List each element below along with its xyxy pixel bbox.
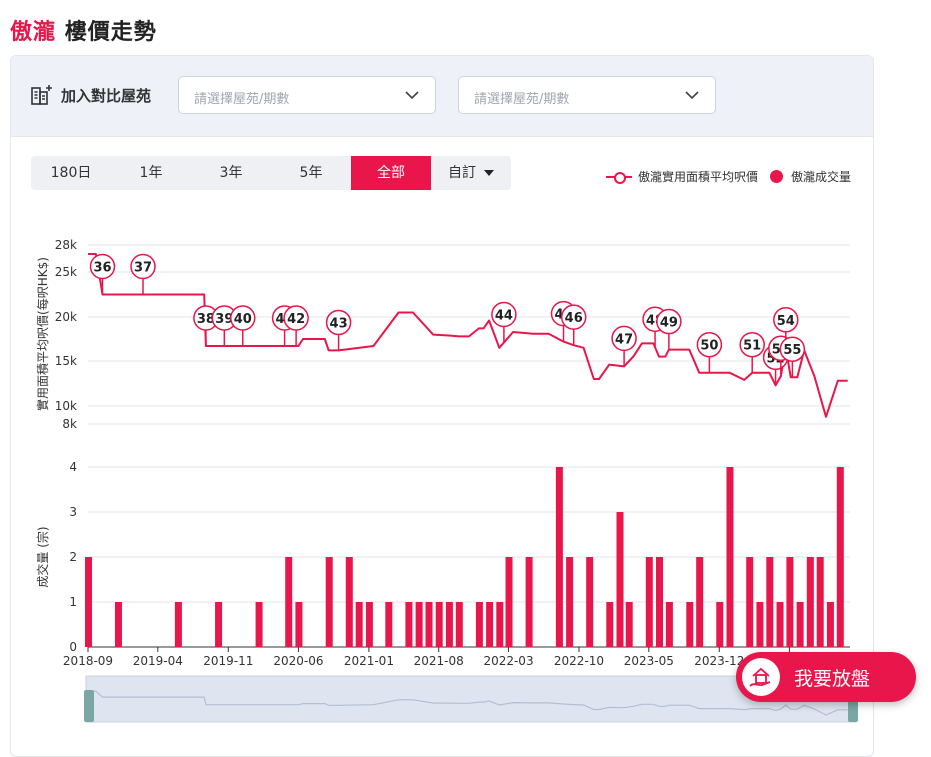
volume-bar	[445, 602, 453, 647]
volume-bar	[505, 557, 513, 647]
volume-bar	[365, 602, 373, 647]
volume-bar	[566, 557, 574, 647]
volume-bar	[836, 467, 844, 647]
volume-bar	[455, 602, 463, 647]
date-tick-label: 2023-05	[624, 654, 674, 668]
volume-bar	[486, 602, 494, 647]
list-property-button[interactable]: 我要放盤	[736, 652, 916, 702]
volume-bar	[746, 557, 754, 647]
volume-tick-label: 1	[69, 595, 77, 609]
volume-bar	[405, 602, 413, 647]
volume-bar	[475, 602, 483, 647]
price-volume-chart[interactable]: 8k10k15k20k25k28k實用面積平均呎價(每呎HK$) 36 3738 39…	[0, 0, 931, 746]
price-axis-title: 實用面積平均呎價(每呎HK$)	[35, 257, 50, 411]
volume-bar	[255, 602, 263, 647]
volume-bar	[726, 467, 734, 647]
volume-bar	[786, 557, 794, 647]
volume-tick-label: 4	[69, 460, 77, 474]
volume-bar	[816, 557, 824, 647]
transaction-pin-label: 36	[93, 261, 111, 276]
price-line	[88, 253, 848, 418]
volume-bar	[174, 602, 182, 647]
volume-bar	[606, 602, 614, 647]
house-hand-icon	[742, 658, 780, 696]
transaction-pin-label: 50	[700, 339, 718, 354]
volume-bar	[555, 467, 563, 647]
volume-bar	[696, 557, 704, 647]
price-tick-label: 8k	[62, 417, 77, 431]
date-tick-label: 2022-03	[483, 654, 533, 668]
volume-bar	[415, 602, 423, 647]
volume-bar	[806, 557, 814, 647]
date-tick-label: 2022-10	[554, 654, 604, 668]
volume-bar	[325, 557, 333, 647]
volume-bar	[625, 602, 633, 647]
volume-bar	[665, 602, 673, 647]
volume-bar	[435, 602, 443, 647]
volume-bar	[285, 557, 293, 647]
volume-bar	[586, 557, 594, 647]
transaction-pin-label: 43	[330, 316, 348, 331]
volume-bar	[826, 602, 834, 647]
volume-bar	[345, 557, 353, 647]
volume-bar	[114, 602, 122, 647]
date-tick-label: 2021-01	[344, 654, 394, 668]
volume-bar	[766, 557, 774, 647]
volume-bar	[355, 602, 363, 647]
volume-tick-label: 2	[69, 550, 77, 564]
volume-bar	[616, 512, 624, 647]
volume-bar	[496, 602, 504, 647]
transaction-pin-label: 51	[743, 339, 761, 354]
price-tick-label: 10k	[55, 399, 77, 413]
volume-bar	[425, 602, 433, 647]
volume-bar	[656, 557, 664, 647]
volume-tick-label: 3	[69, 505, 77, 519]
transaction-pin-label: 40	[234, 312, 252, 327]
volume-bar	[215, 602, 223, 647]
date-tick-label: 2023-12	[694, 654, 744, 668]
date-tick-label: 2018-09	[63, 654, 113, 668]
transaction-pin-label: 47	[615, 332, 633, 347]
volume-bar	[295, 602, 303, 647]
date-tick-label: 2019-04	[133, 654, 183, 668]
price-tick-label: 25k	[55, 265, 77, 279]
volume-bar	[776, 602, 784, 647]
volume-bar	[525, 557, 533, 647]
date-tick-label: 2020-06	[273, 654, 323, 668]
list-property-label: 我要放盤	[794, 667, 871, 690]
date-tick-label: 2019-11	[203, 654, 253, 668]
volume-bar	[686, 602, 694, 647]
volume-tick-label: 0	[69, 640, 77, 654]
price-tick-label: 20k	[55, 310, 77, 324]
transaction-pin-label: 49	[660, 316, 678, 331]
range-navigator-left-handle	[84, 690, 94, 722]
transaction-pin-label: 55	[783, 343, 801, 358]
price-tick-label: 28k	[55, 238, 77, 252]
volume-bar	[645, 557, 653, 647]
volume-bar	[796, 602, 804, 647]
transaction-pin-label: 37	[134, 261, 152, 276]
volume-bar	[385, 602, 393, 647]
volume-bar	[85, 557, 92, 647]
price-tick-label: 15k	[55, 354, 77, 368]
transaction-pin-label: 46	[565, 311, 583, 326]
volume-bar	[716, 602, 724, 647]
date-tick-label: 2021-08	[414, 654, 464, 668]
transaction-pin-label: 42	[287, 312, 305, 327]
volume-bar	[756, 602, 764, 647]
volume-axis-title: 成交量 (宗)	[35, 526, 50, 587]
transaction-pin-label: 44	[495, 309, 513, 324]
transaction-pin-label: 54	[777, 314, 795, 329]
